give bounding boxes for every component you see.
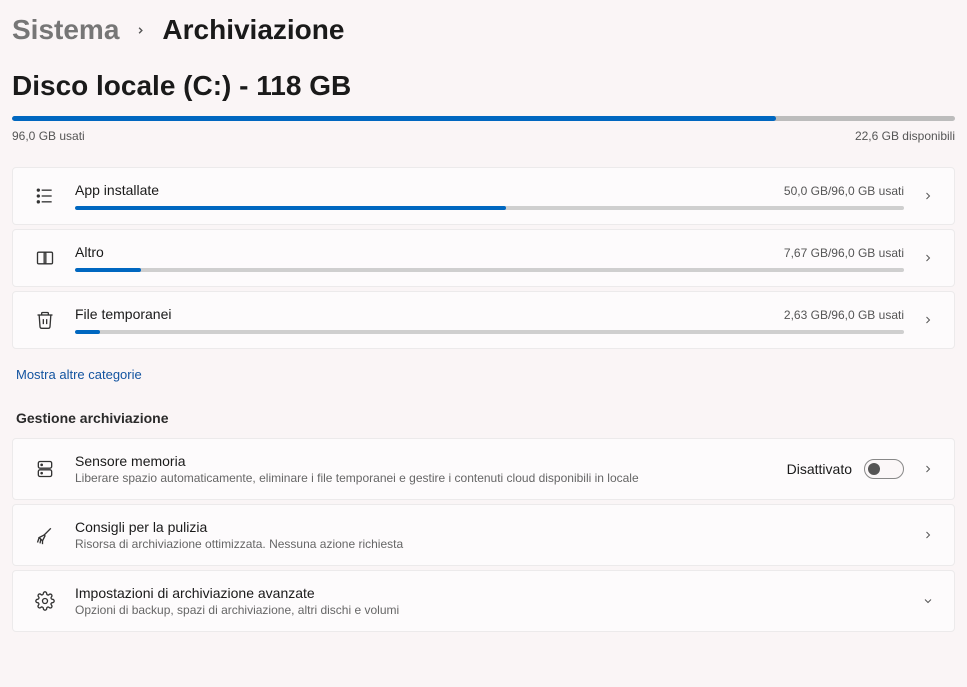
folder-icon — [33, 246, 57, 270]
category-usage: 2,63 GB/96,0 GB usati — [784, 308, 904, 322]
advanced-sub: Opzioni di backup, spazi di archiviazion… — [75, 603, 904, 617]
drive-icon — [33, 457, 57, 481]
trash-icon — [33, 308, 57, 332]
category-bar — [75, 206, 904, 210]
advanced-storage-row[interactable]: Impostazioni di archiviazione avanzate O… — [12, 570, 955, 632]
category-bar-fill — [75, 330, 100, 334]
cleanup-tips-row[interactable]: Consigli per la pulizia Risorsa di archi… — [12, 504, 955, 566]
category-usage: 50,0 GB/96,0 GB usati — [784, 184, 904, 198]
apps-icon — [33, 184, 57, 208]
chevron-right-icon — [135, 25, 146, 36]
breadcrumb-root[interactable]: Sistema — [12, 14, 119, 46]
category-bar-fill — [75, 268, 141, 272]
disk-usage-bar-fill — [12, 116, 776, 121]
advanced-title: Impostazioni di archiviazione avanzate — [75, 585, 315, 601]
category-bar — [75, 330, 904, 334]
broom-icon — [33, 523, 57, 547]
category-usage: 7,67 GB/96,0 GB usati — [784, 246, 904, 260]
category-bar-fill — [75, 206, 506, 210]
disk-title: Disco locale (C:) - 118 GB — [12, 70, 955, 102]
cleanup-tips-title: Consigli per la pulizia — [75, 519, 207, 535]
category-title: Altro — [75, 244, 104, 260]
category-title: File temporanei — [75, 306, 172, 322]
management-heading: Gestione archiviazione — [16, 410, 955, 426]
cleanup-tips-sub: Risorsa di archiviazione ottimizzata. Ne… — [75, 537, 904, 551]
category-apps[interactable]: App installate 50,0 GB/96,0 GB usati — [12, 167, 955, 225]
disk-usage-labels: 96,0 GB usati 22,6 GB disponibili — [12, 129, 955, 143]
chevron-right-icon — [922, 529, 934, 541]
chevron-right-icon — [922, 314, 934, 326]
storage-sense-row[interactable]: Sensore memoria Liberare spazio automati… — [12, 438, 955, 500]
toggle-state-label: Disattivato — [787, 461, 852, 477]
disk-free-label: 22,6 GB disponibili — [855, 129, 955, 143]
category-temp[interactable]: File temporanei 2,63 GB/96,0 GB usati — [12, 291, 955, 349]
chevron-right-icon — [922, 252, 934, 264]
show-more-link[interactable]: Mostra altre categorie — [16, 367, 142, 382]
category-other[interactable]: Altro 7,67 GB/96,0 GB usati — [12, 229, 955, 287]
breadcrumb-current: Archiviazione — [162, 14, 344, 46]
storage-sense-title: Sensore memoria — [75, 453, 186, 469]
category-title: App installate — [75, 182, 159, 198]
gear-icon — [33, 589, 57, 613]
category-bar — [75, 268, 904, 272]
chevron-right-icon — [922, 463, 934, 475]
chevron-down-icon — [922, 595, 934, 607]
storage-sense-toggle[interactable] — [864, 459, 904, 479]
disk-usage-bar — [12, 116, 955, 121]
breadcrumb: Sistema Archiviazione — [12, 14, 955, 46]
chevron-right-icon — [922, 190, 934, 202]
disk-used-label: 96,0 GB usati — [12, 129, 85, 143]
storage-sense-sub: Liberare spazio automaticamente, elimina… — [75, 471, 787, 485]
